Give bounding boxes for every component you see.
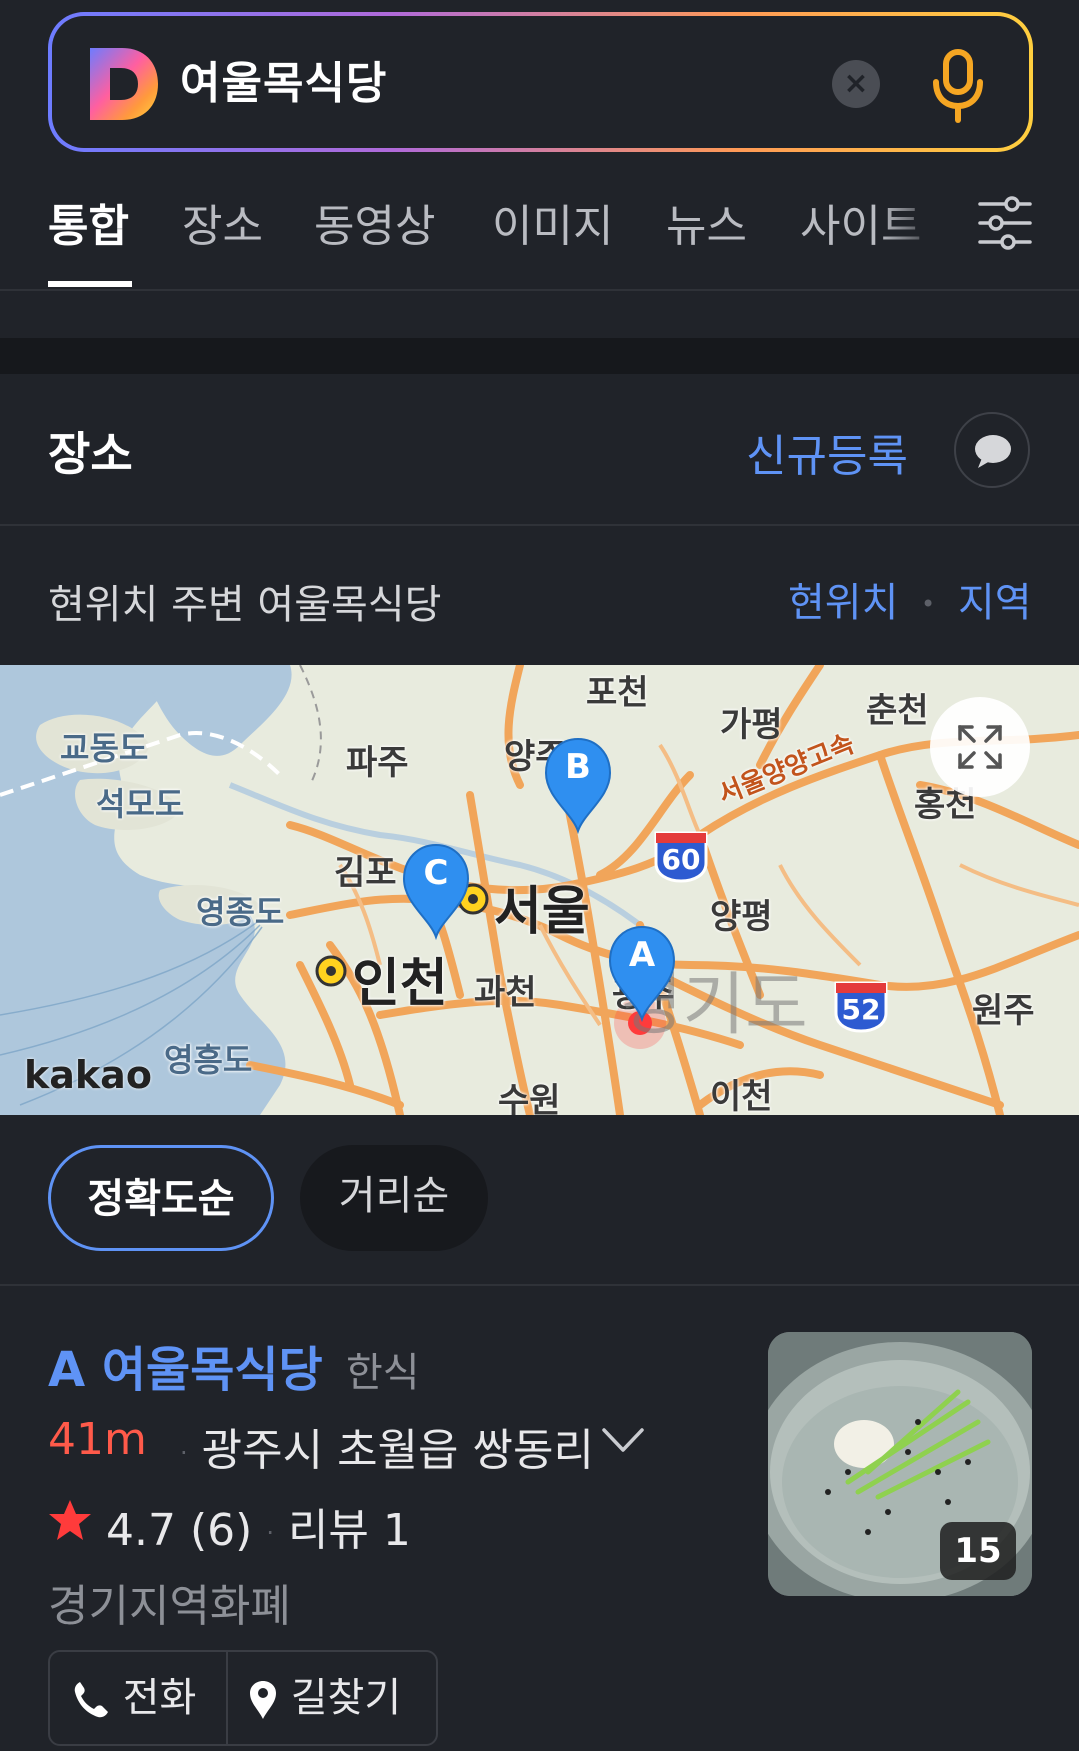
photo-count-badge: 15 bbox=[940, 1522, 1016, 1580]
active-tab-indicator bbox=[48, 281, 132, 287]
route-number: 52 bbox=[841, 993, 881, 1026]
result-address-text: 광주시 초월읍 쌍동리 bbox=[201, 1425, 594, 1476]
search-bar[interactable]: 여울목식당 × bbox=[48, 12, 1033, 152]
new-register-link[interactable]: 신규등록 bbox=[746, 420, 908, 484]
map-label: 가평 bbox=[720, 705, 783, 745]
result-actions: 전화 길찾기 bbox=[48, 1650, 438, 1746]
map-label: 석모도 bbox=[96, 785, 185, 823]
result-address: · 광주시 초월읍 쌍동리 bbox=[180, 1414, 594, 1478]
tabs-fade bbox=[880, 180, 970, 270]
filter-icon[interactable] bbox=[978, 194, 1032, 252]
directions-label: 길찾기 bbox=[290, 1675, 402, 1721]
separator-dot: · bbox=[266, 1519, 274, 1547]
result-name: 여울목식당 bbox=[101, 1342, 323, 1398]
search-bar-inner: 여울목식당 × bbox=[52, 16, 1029, 148]
daum-logo bbox=[90, 48, 158, 120]
tab-video[interactable]: 동영상 bbox=[314, 190, 435, 254]
map-view[interactable]: 포천 가평 춘천 교동도 석모도 파주 양주 홍천 김포 서울 영종도 인천 과… bbox=[0, 665, 1079, 1115]
separator-dot: · bbox=[180, 1439, 188, 1467]
route-shield: 52 bbox=[832, 979, 890, 1033]
feedback-button[interactable] bbox=[954, 412, 1030, 488]
close-icon[interactable]: × bbox=[832, 60, 880, 108]
map-label: 영흥도 bbox=[164, 1041, 253, 1079]
sort-distance-button[interactable]: 거리순 bbox=[300, 1145, 488, 1251]
action-divider bbox=[226, 1652, 228, 1744]
sort-accuracy-button[interactable]: 정확도순 bbox=[48, 1145, 274, 1251]
result-category: 한식 bbox=[346, 1350, 420, 1396]
map-label: 원주 bbox=[972, 991, 1035, 1031]
tab-news[interactable]: 뉴스 bbox=[666, 190, 747, 254]
tab-place[interactable]: 장소 bbox=[182, 190, 263, 254]
call-button[interactable]: 전화 bbox=[72, 1652, 196, 1744]
tabs-divider bbox=[0, 289, 1079, 291]
result-distance: 41m bbox=[48, 1414, 147, 1465]
star-icon bbox=[49, 1500, 91, 1540]
map-label: 양평 bbox=[710, 897, 773, 937]
location-pin-icon bbox=[250, 1681, 276, 1719]
chat-bubble-icon bbox=[975, 435, 1011, 468]
route-number: 60 bbox=[661, 843, 701, 876]
route-shield: 60 bbox=[652, 829, 710, 883]
mic-icon[interactable] bbox=[928, 46, 988, 126]
map-marker-b[interactable]: B bbox=[542, 735, 614, 835]
chevron-down-icon[interactable] bbox=[600, 1420, 646, 1460]
map-label: 수원 bbox=[498, 1081, 561, 1115]
rating-value: 4.7 bbox=[106, 1505, 176, 1556]
rating-count: (6) bbox=[189, 1505, 253, 1556]
marker-letter: A bbox=[628, 935, 656, 975]
section-title: 장소 bbox=[48, 427, 133, 481]
region-link[interactable]: 지역 bbox=[958, 570, 1032, 628]
result-letter: A bbox=[48, 1342, 86, 1398]
map-expand-button[interactable] bbox=[930, 697, 1030, 797]
divider bbox=[0, 1284, 1079, 1286]
map-label: 과천 bbox=[474, 973, 537, 1013]
map-marker-c[interactable]: C bbox=[400, 841, 472, 941]
phone-icon bbox=[74, 1682, 108, 1718]
map-label: 포천 bbox=[586, 673, 649, 713]
nearby-heading: 현위치 주변 여울목식당 bbox=[48, 582, 442, 628]
divider bbox=[0, 524, 1079, 526]
tab-all[interactable]: 통합 bbox=[48, 190, 129, 254]
marker-letter: B bbox=[565, 747, 591, 787]
review-count[interactable]: 리뷰 1 bbox=[288, 1505, 411, 1556]
result-rating: 4.7 (6) · 리뷰 1 bbox=[106, 1494, 411, 1558]
expand-icon bbox=[958, 725, 1002, 769]
directions-button[interactable]: 길찾기 bbox=[248, 1652, 401, 1744]
current-location-link[interactable]: 현위치 bbox=[788, 570, 898, 628]
map-label: 인천 bbox=[352, 954, 448, 1014]
map-label: 파주 bbox=[346, 743, 409, 783]
map-label: 교동도 bbox=[60, 729, 149, 767]
kakao-logo: kakao bbox=[24, 1053, 152, 1097]
result-tag: 경기지역화폐 bbox=[48, 1581, 291, 1632]
marker-letter: C bbox=[423, 853, 449, 893]
result-thumbnail[interactable]: 15 bbox=[768, 1332, 1032, 1596]
map-label: 이천 bbox=[710, 1077, 773, 1115]
map-label: 서울 bbox=[494, 882, 590, 942]
map-label: 춘천 bbox=[866, 691, 929, 731]
map-label: 영종도 bbox=[196, 893, 285, 931]
tab-image[interactable]: 이미지 bbox=[492, 190, 613, 254]
result-title[interactable]: A 여울목식당 bbox=[48, 1330, 323, 1400]
search-tabs: 통합 장소 동영상 이미지 뉴스 사이트 bbox=[0, 180, 1079, 290]
separator-dot: • bbox=[921, 590, 936, 618]
map-label: 김포 bbox=[334, 853, 397, 893]
map-marker-a[interactable]: A bbox=[606, 923, 678, 1023]
section-gap bbox=[0, 338, 1079, 374]
call-label: 전화 bbox=[122, 1675, 197, 1721]
search-input[interactable]: 여울목식당 bbox=[180, 46, 387, 122]
